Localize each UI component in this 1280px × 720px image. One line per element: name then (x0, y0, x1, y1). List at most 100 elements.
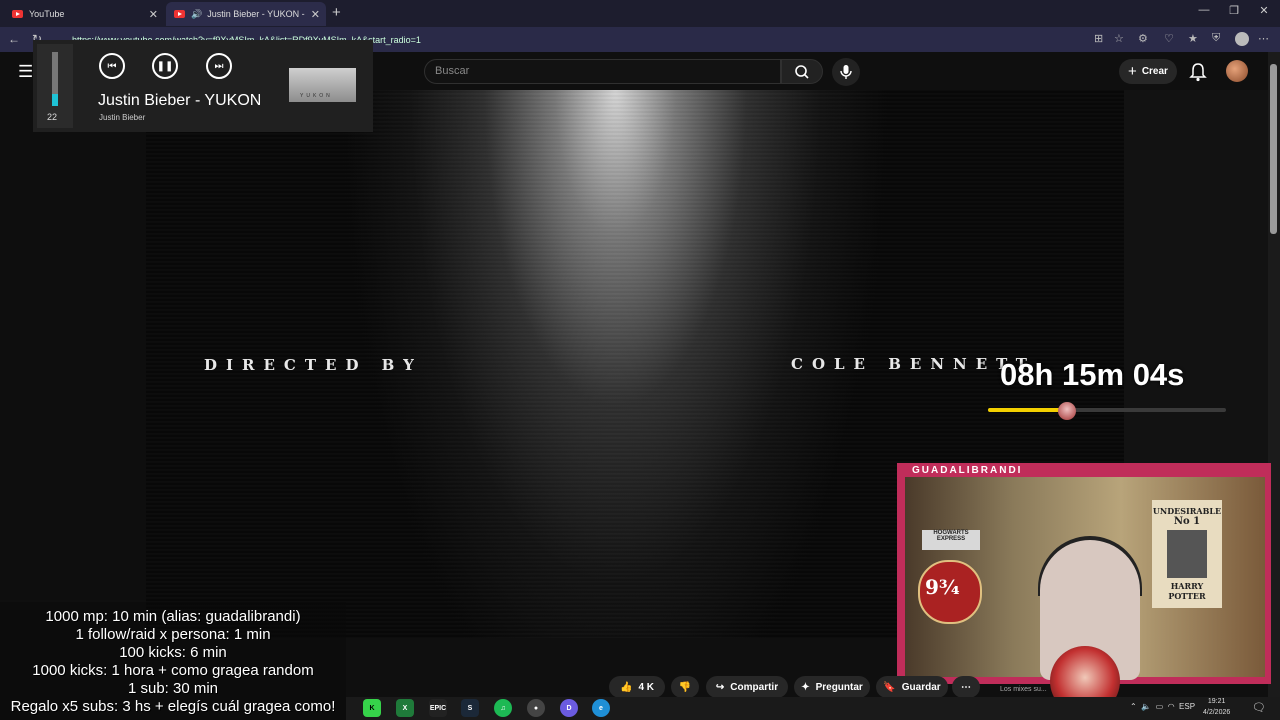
restore-button[interactable]: ❐ (1218, 4, 1250, 17)
poster-title: UNDESIRABLE (1152, 506, 1222, 516)
next-icon: ⏭ (214, 60, 224, 72)
network-icon[interactable]: ▭ (1156, 702, 1164, 711)
minimize-button[interactable]: — (1188, 4, 1220, 16)
avatar[interactable] (1226, 60, 1248, 82)
plus-icon: + (1128, 63, 1137, 80)
volume-value: 22 (47, 112, 58, 122)
discord-icon[interactable]: D (560, 699, 578, 717)
create-label: Crear (1141, 66, 1168, 77)
streamer-name: GUADALIBRANDI (912, 465, 1023, 476)
bookmark-icon: 🔖 (883, 681, 896, 693)
pause-icon: ❚❚ (156, 60, 174, 72)
clock-time: 19:21 (1207, 698, 1226, 705)
obs-icon[interactable]: ● (527, 699, 545, 717)
wanted-poster: UNDESIRABLE No 1 HARRY POTTER (1152, 500, 1222, 608)
more-icon: ⋯ (961, 681, 971, 693)
rule-line: 1 follow/raid x persona: 1 min (75, 626, 271, 643)
platform-number: 9¾ (925, 575, 960, 599)
new-tab-button[interactable]: + (332, 4, 341, 21)
poster-name: HARRY POTTER (1168, 581, 1206, 601)
notifications-button[interactable] (1189, 62, 1207, 87)
shield-icon[interactable]: ⛨ (1212, 32, 1220, 45)
song-title: Justin Bieber - YUKON (98, 92, 262, 109)
xbox-icon[interactable]: X (396, 699, 414, 717)
more-actions-button[interactable]: ⋯ (952, 676, 980, 698)
bell-icon (1189, 63, 1207, 82)
spotify-icon[interactable]: ♫ (494, 699, 512, 717)
thumbs-down-icon: 👎 (678, 681, 692, 693)
tab-youtube[interactable]: YouTube ✕ (4, 2, 164, 26)
microphone-icon (840, 65, 852, 79)
close-icon[interactable]: ✕ (311, 8, 320, 21)
poster-photo (1167, 530, 1207, 578)
language-indicator[interactable]: ESP (1179, 702, 1195, 711)
like-count: 4 K (638, 681, 654, 693)
create-button[interactable]: + Crear (1119, 59, 1177, 84)
taskbar-clock[interactable]: 19:21 4/2/2026 (1203, 696, 1230, 718)
rule-line: 100 kicks: 6 min (119, 644, 227, 661)
hogwarts-sign: HOGWARTS EXPRESS (922, 530, 980, 550)
more-icon[interactable]: ⋯ (1258, 32, 1269, 45)
next-track-button[interactable]: ⏭ (206, 53, 232, 79)
previous-icon: ⏮ (107, 60, 117, 72)
hamburger-menu-icon[interactable]: ☰ (18, 62, 33, 82)
poster-number: No 1 (1173, 516, 1201, 527)
save-button[interactable]: 🔖 Guardar (876, 676, 948, 698)
rule-line: 1000 mp: 10 min (alias: guadalibrandi) (45, 608, 301, 625)
favorites-icon[interactable]: ★ (1188, 32, 1198, 45)
youtube-icon (174, 10, 185, 18)
search-icon (795, 65, 809, 79)
scrollbar-thumb[interactable] (1270, 64, 1277, 234)
chevron-up-icon[interactable]: ⌃ (1130, 702, 1137, 711)
clock-date: 4/2/2026 (1203, 709, 1231, 716)
rule-line: 1 sub: 30 min (127, 680, 219, 697)
pause-button[interactable]: ❚❚ (152, 53, 178, 79)
notifications-icon[interactable]: 🗨 (1252, 701, 1266, 714)
share-label: Compartir (730, 681, 779, 693)
dislike-button[interactable]: 👎 (671, 676, 699, 698)
volume-level (52, 94, 58, 106)
search-input[interactable]: Buscar (424, 59, 781, 84)
browser-essentials-icon[interactable]: ♡ (1164, 32, 1174, 45)
ask-button[interactable]: ✦ Preguntar (794, 676, 870, 698)
album-thumbnail-text: YUKON (300, 93, 333, 99)
timer-mascot-icon (1058, 402, 1076, 420)
subathon-timer: 08h 15m 04s (1000, 357, 1185, 392)
edge-icon[interactable]: e (592, 699, 610, 717)
sparkle-icon: ✦ (801, 681, 810, 693)
video-letterbox-left (0, 90, 146, 600)
steam-icon[interactable]: S (461, 699, 479, 717)
extensions-icon[interactable]: ⚙ (1138, 32, 1148, 45)
share-icon: ↪ (715, 681, 725, 693)
video-credit-directed-by: DIRECTED BY (204, 356, 423, 374)
kick-icon[interactable]: K (363, 699, 381, 717)
tab-label: YouTube (29, 9, 65, 19)
previous-track-button[interactable]: ⏮ (99, 53, 125, 79)
favorite-star-icon[interactable]: ☆ (1114, 32, 1124, 45)
profile-icon[interactable] (1235, 32, 1249, 46)
youtube-icon (12, 10, 23, 18)
share-button[interactable]: ↪ Compartir (706, 676, 788, 698)
like-button[interactable]: 👍 4 K (609, 676, 665, 698)
close-window-button[interactable]: ✕ (1248, 4, 1280, 17)
tab-video[interactable]: 🔊 Justin Bieber - YUKON - YouTube ✕ (166, 2, 326, 26)
epic-games-icon[interactable]: EPIC (429, 699, 447, 717)
description-snippet: Los mixes su... (1000, 686, 1047, 693)
rule-line: 1000 kicks: 1 hora + como gragea random (32, 662, 314, 679)
timer-progress-fill (988, 408, 1067, 412)
search-button[interactable] (781, 59, 823, 84)
song-artist: Justin Bieber (99, 113, 146, 122)
system-tray[interactable]: ⌃ 🔈 ▭ ◠ ESP (1130, 702, 1195, 711)
speaker-icon: 🔊 (191, 8, 203, 19)
thumbs-up-icon: 👍 (619, 681, 633, 693)
save-label: Guardar (901, 681, 941, 693)
voice-search-button[interactable] (832, 58, 860, 86)
wifi-icon[interactable]: ◠ (1168, 702, 1175, 711)
tab-label: Justin Bieber - YUKON - YouTube (207, 9, 307, 19)
volume-icon[interactable]: 🔈 (1141, 702, 1151, 711)
rule-line: Regalo x5 subs: 3 hs + elegís cuál grage… (10, 698, 336, 715)
close-icon[interactable]: ✕ (149, 8, 158, 21)
back-icon[interactable]: ← (8, 32, 20, 46)
split-view-icon[interactable]: ⊞ (1094, 32, 1103, 45)
ask-label: Preguntar (815, 681, 863, 693)
